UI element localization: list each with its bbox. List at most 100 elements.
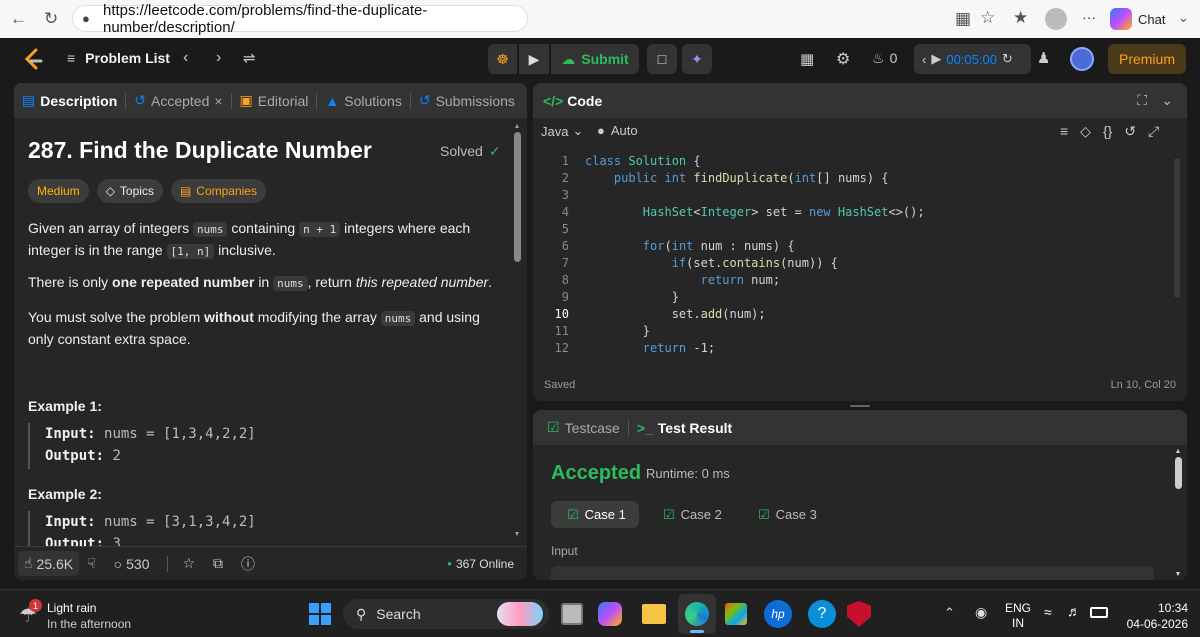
shuffle-icon[interactable]: ⇌ <box>243 49 256 67</box>
line-number: 3 <box>561 188 569 202</box>
favorite-star-icon[interactable]: ☆ <box>182 555 195 572</box>
notes-button[interactable]: □ <box>647 44 677 74</box>
list-icon: ≡ <box>67 50 76 66</box>
next-problem-icon[interactable]: › <box>216 49 221 67</box>
share-icon[interactable]: ⧉ <box>213 555 223 572</box>
address-bar[interactable]: ● https://leetcode.com/problems/find-the… <box>72 2 528 36</box>
collapse-icon[interactable]: ⌄ <box>1161 92 1173 109</box>
add-friend-icon[interactable]: ♟ <box>1037 49 1050 67</box>
reset-icon[interactable]: ↺ <box>1124 123 1136 140</box>
refresh-icon[interactable]: ↻ <box>44 10 58 27</box>
wifi-icon[interactable]: ≈ <box>1044 604 1052 620</box>
thumbs-down-icon[interactable]: ☟ <box>87 555 96 572</box>
case-2-tab[interactable]: ☑ Case 2 <box>663 501 722 528</box>
problem-title: 287. Find the Duplicate Number <box>28 137 372 163</box>
prev-problem-icon[interactable]: ‹ <box>183 49 188 67</box>
microsoft-store-icon[interactable] <box>725 603 747 625</box>
close-icon[interactable]: × <box>214 93 222 109</box>
terminal-icon: >_ <box>636 419 653 436</box>
show-hidden-icons-chevron-icon[interactable]: ⌃ <box>944 605 955 621</box>
tab-submissions[interactable]: ↺ Submissions <box>411 83 523 118</box>
back-icon[interactable]: ← <box>10 10 27 27</box>
settings-gear-icon[interactable]: ⚙ <box>836 49 850 69</box>
play-icon: ▶ <box>528 50 540 67</box>
chevron-down-icon[interactable]: ⌄ <box>1178 11 1189 24</box>
tab-accepted[interactable]: ↺ Accepted × <box>126 83 230 118</box>
companies-pill[interactable]: ▤ Companies <box>170 179 266 203</box>
file-explorer-icon[interactable] <box>642 604 666 624</box>
reader-view-icon[interactable]: ▦ <box>955 10 971 27</box>
result-scrollbar[interactable]: ▲ ▼ <box>1174 448 1182 578</box>
case-1-tab[interactable]: ☑ Case 1 <box>551 501 639 528</box>
comments-button[interactable]: ○ 530 <box>114 556 150 572</box>
panel-resize-handle[interactable] <box>850 405 870 407</box>
maximize-icon[interactable]: ⛶ <box>1137 92 1147 109</box>
task-view-icon[interactable] <box>561 603 583 625</box>
hp-app-icon[interactable]: hp <box>764 600 792 628</box>
help-app-icon[interactable]: ? <box>808 600 836 628</box>
braces-icon[interactable]: {} <box>1103 123 1112 140</box>
clock[interactable]: 10:34 04-06-2026 <box>1120 600 1188 632</box>
timer-play-icon[interactable]: ▶ <box>931 51 941 67</box>
help-icon[interactable]: ⓘ <box>241 554 255 574</box>
bookmark-icon[interactable]: ◇ <box>1080 123 1091 140</box>
favorites-icon[interactable]: ★ <box>1013 9 1028 26</box>
timer-widget[interactable]: ‹ ▶ 00:05:00 ↻ <box>914 44 1031 74</box>
battery-icon[interactable] <box>1090 607 1108 618</box>
weather-text[interactable]: Light rain In the afternoon <box>47 600 131 632</box>
site-info-icon[interactable]: ● <box>82 11 90 26</box>
topics-pill[interactable]: ◇ Topics <box>96 179 163 203</box>
fullscreen-icon[interactable]: ⤢ <box>1148 123 1159 140</box>
mcafee-icon[interactable] <box>847 601 871 627</box>
timer-reset-icon[interactable]: ↻ <box>1002 51 1013 67</box>
code-line: 10 set.add(num); <box>533 306 1163 323</box>
language-label: Java <box>541 123 569 139</box>
editor-scrollbar[interactable] <box>1174 159 1180 297</box>
tab-test-result[interactable]: >_ Test Result <box>629 410 740 445</box>
windows-start-icon[interactable] <box>309 603 331 625</box>
language-indicator[interactable]: ENG IN <box>1005 601 1031 631</box>
like-button[interactable]: ☝ 25.6K <box>18 551 80 576</box>
tab-testcase[interactable]: ☑ Testcase <box>539 410 628 445</box>
description-panel: ▤ Description ↺ Accepted × ▣ Editorial ▲… <box>14 83 527 580</box>
chat-label: Chat <box>1138 11 1166 27</box>
submit-button[interactable]: ☁ Submit <box>551 44 639 74</box>
collapse-timer-icon[interactable]: ‹ <box>922 52 926 67</box>
like-count: 25.6K <box>36 555 74 572</box>
text: inclusive. <box>218 242 276 258</box>
copilot-chat-button[interactable]: Chat <box>1110 6 1165 32</box>
more-button[interactable]: ··· <box>1082 9 1096 25</box>
line-number: 6 <box>561 239 569 253</box>
leetcode-logo-icon[interactable] <box>22 48 44 72</box>
input-value-box <box>551 566 1154 580</box>
format-icon[interactable]: ≡ <box>1060 123 1068 140</box>
language-code: ENG <box>1005 601 1032 615</box>
case-3-tab[interactable]: ☑ Case 3 <box>758 501 817 528</box>
profile-avatar[interactable] <box>1045 8 1067 30</box>
ai-assist-button[interactable]: ✦ <box>682 44 712 74</box>
tab-editorial[interactable]: ▣ Editorial <box>232 83 317 118</box>
description-scrollbar[interactable]: ▲ ▼ <box>513 123 521 538</box>
tab-solutions[interactable]: ▲ Solutions <box>317 83 409 118</box>
taskbar-search[interactable]: ⚲ Search <box>343 599 549 629</box>
debug-button[interactable]: ☸ <box>488 44 517 74</box>
favorite-star-icon[interactable]: ☆ <box>980 9 995 26</box>
weather-widget[interactable]: ☂ 1 <box>15 599 45 629</box>
copilot-app-icon[interactable] <box>598 602 622 626</box>
fire-icon: ♨ <box>872 50 885 66</box>
auto-mode-toggle[interactable]: ● Auto <box>597 123 638 138</box>
layout-icon[interactable]: ▦ <box>800 50 814 68</box>
problem-list-button[interactable]: ≡ Problem List <box>67 50 170 66</box>
security-warning-icon[interactable]: ◉ <box>975 604 987 621</box>
premium-button[interactable]: Premium <box>1108 44 1186 74</box>
code-editor[interactable]: 1 class Solution {2 public int findDuplic… <box>533 153 1163 355</box>
language-select[interactable]: Java ⌄ <box>541 123 583 139</box>
run-button[interactable]: ▶ <box>519 44 549 74</box>
volume-icon[interactable]: ♬ <box>1067 603 1081 619</box>
edge-taskbar-button[interactable] <box>678 594 716 634</box>
tab-description[interactable]: ▤ Description <box>14 83 125 118</box>
line-code: public int findDuplicate(int[] nums) { <box>613 171 889 185</box>
user-avatar[interactable] <box>1070 47 1094 71</box>
streak-counter[interactable]: ♨ 0 <box>872 50 897 67</box>
